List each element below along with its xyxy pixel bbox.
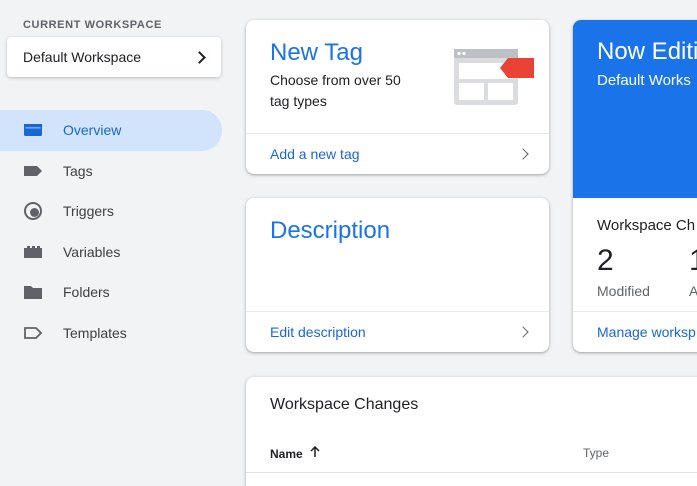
sidebar-item-label: Overview <box>63 122 122 139</box>
folder-icon <box>23 282 43 302</box>
added-count: 1 <box>689 244 697 278</box>
new-tag-title: New Tag <box>270 39 363 66</box>
tag-illustration-icon <box>452 47 536 112</box>
manage-workspaces-label: Manage worksp <box>597 324 696 340</box>
workspace-selector[interactable]: Default Workspace <box>7 37 221 77</box>
chevron-right-icon <box>193 50 206 64</box>
workspace-changes-card: Workspace Changes Name Type <box>246 377 697 486</box>
description-title: Description <box>270 217 391 244</box>
trigger-icon <box>23 201 43 221</box>
overview-icon <box>23 120 43 140</box>
sidebar-nav: Overview Tags Triggers Variables Folders… <box>0 110 222 353</box>
modified-count: 2 <box>597 244 614 277</box>
add-new-tag-link[interactable]: Add a new tag <box>246 133 549 174</box>
workspace-name: Default Workspace <box>23 49 142 65</box>
column-name-label: Name <box>270 446 303 461</box>
sidebar-item-label: Tags <box>63 162 93 179</box>
edit-description-label: Edit description <box>270 324 366 340</box>
description-card: Description Edit description <box>246 198 549 352</box>
sidebar-item-label: Folders <box>63 284 110 301</box>
sidebar-item-overview[interactable]: Overview <box>0 110 222 151</box>
tag-icon <box>23 161 43 181</box>
edit-description-link[interactable]: Edit description <box>246 311 549 352</box>
sidebar-item-triggers[interactable]: Triggers <box>0 191 222 232</box>
new-tag-card: New Tag Choose from over 50 tag types Ad… <box>246 20 549 174</box>
add-new-tag-label: Add a new tag <box>270 146 360 162</box>
chevron-right-icon <box>517 148 529 160</box>
added-label: A <box>689 283 697 299</box>
now-editing-header: Now Editi Default Works <box>573 20 697 198</box>
sidebar-item-variables[interactable]: Variables <box>0 232 222 273</box>
workspace-label: CURRENT WORKSPACE <box>23 19 162 31</box>
new-tag-subtitle: Choose from over 50 tag types <box>270 72 401 109</box>
sidebar-item-label: Variables <box>63 243 121 260</box>
sidebar-item-templates[interactable]: Templates <box>0 313 222 354</box>
modified-label: Modified <box>597 283 650 299</box>
workspace-changes-label: Workspace Ch <box>597 217 696 234</box>
chevron-right-icon <box>517 326 529 338</box>
column-header-name[interactable]: Name <box>270 445 321 461</box>
sidebar-item-folders[interactable]: Folders <box>0 272 222 313</box>
sidebar-item-label: Templates <box>63 324 127 341</box>
manage-workspaces-link[interactable]: Manage worksp <box>573 311 697 352</box>
now-editing-title: Now Editi <box>597 38 697 65</box>
variables-icon <box>23 242 43 262</box>
now-editing-card: Now Editi Default Works Workspace Ch 2 1… <box>573 20 697 352</box>
column-header-type[interactable]: Type <box>583 446 609 460</box>
table-header: Name Type <box>246 437 697 473</box>
sidebar-item-label: Triggers <box>63 203 114 220</box>
template-icon <box>23 323 43 343</box>
sidebar-item-tags[interactable]: Tags <box>0 151 222 192</box>
now-editing-workspace: Default Works <box>597 72 691 89</box>
workspace-changes-title: Workspace Changes <box>270 396 419 413</box>
sort-arrow-up-icon <box>309 445 321 461</box>
